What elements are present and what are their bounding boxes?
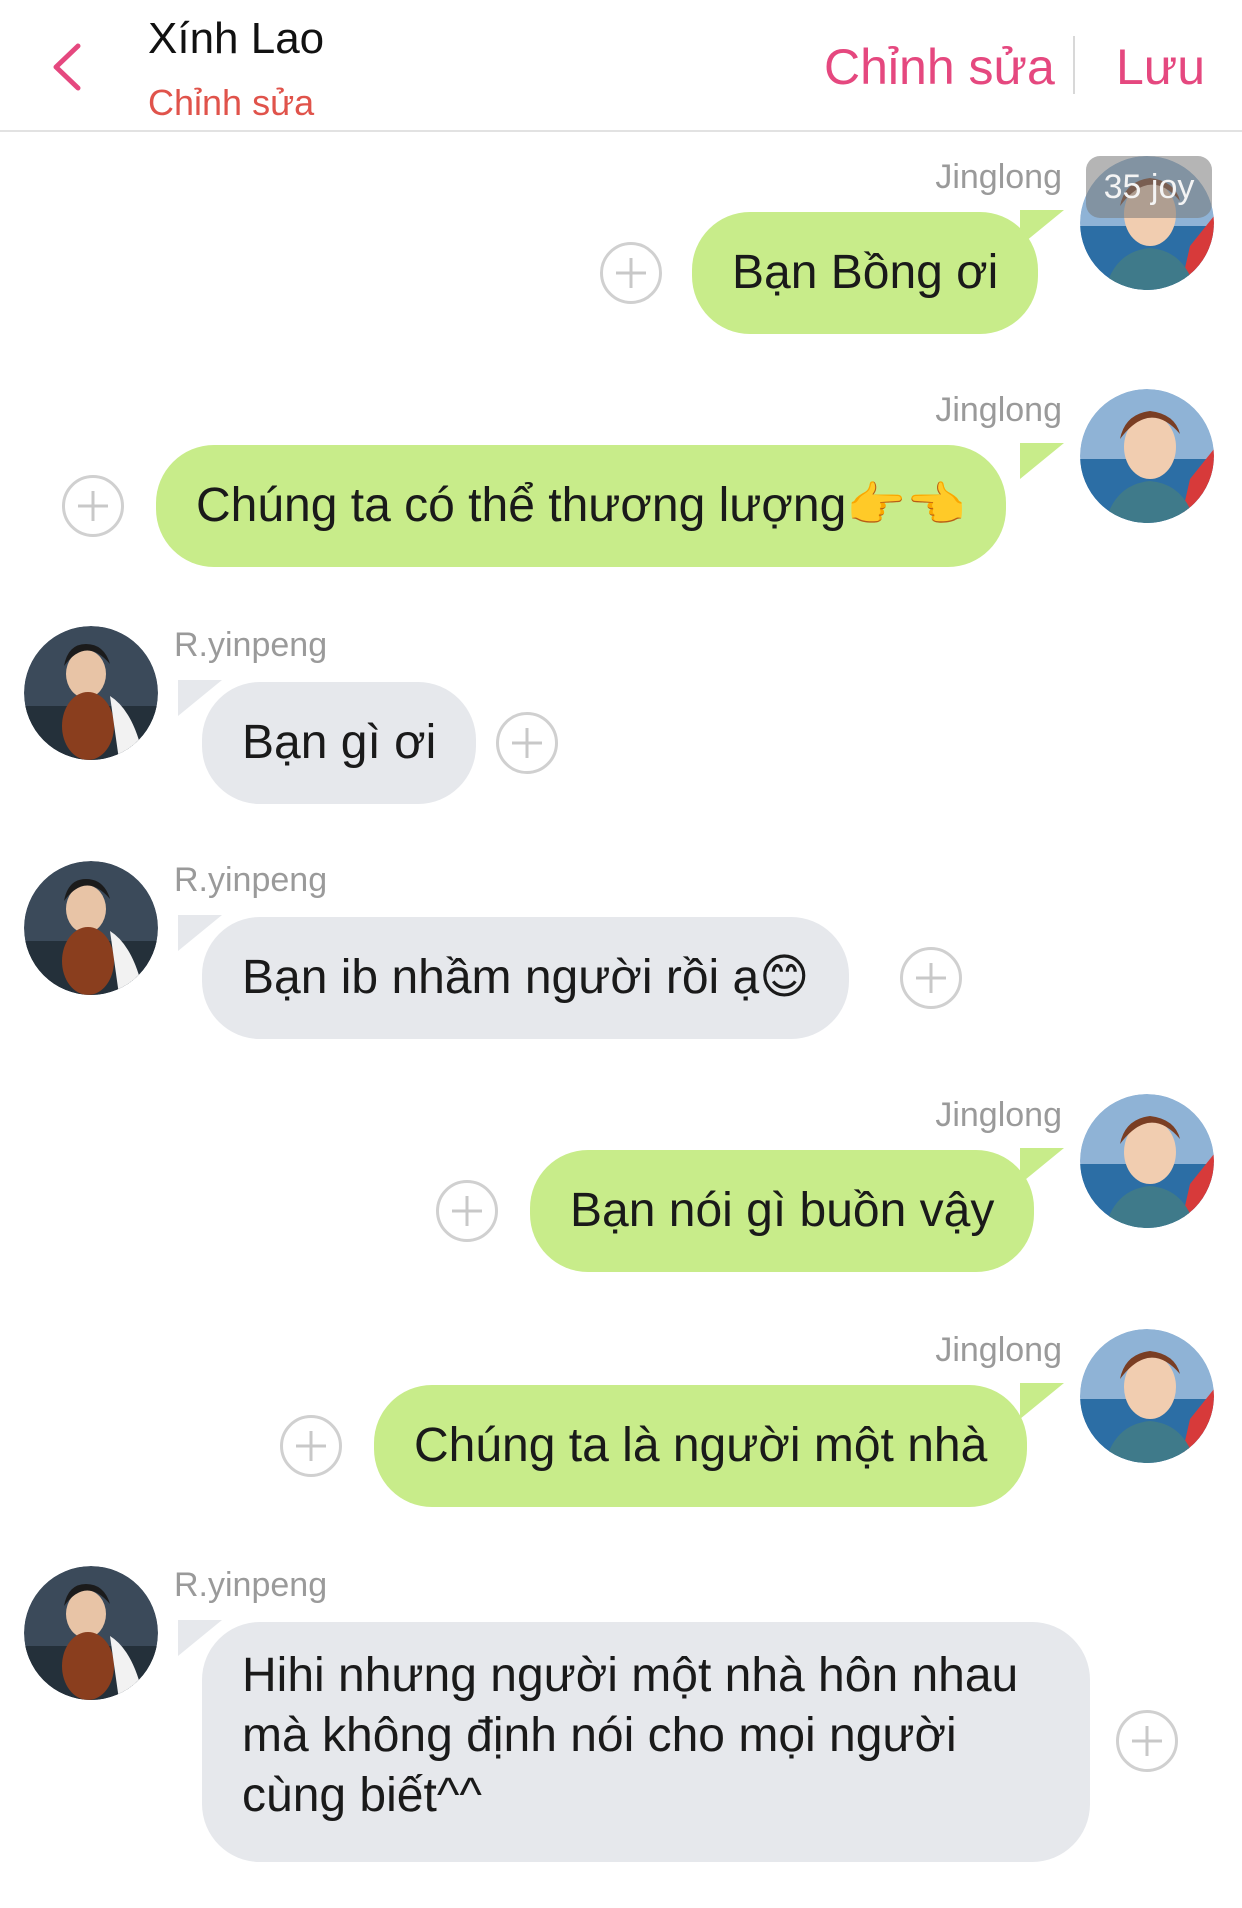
message-line: Hihi nhưng người một nhà hôn nhau [242,1649,1019,1702]
save-button[interactable]: Lưu [1116,38,1205,96]
joy-badge: 35 joy [1086,156,1212,218]
header-divider [1073,36,1075,94]
message-bubble[interactable]: Chúng ta có thể thương lượng👉👈 [156,445,1006,567]
message-line: mà không định nói cho mọi người [242,1709,957,1762]
message-bubble[interactable]: Bạn Bồng ơi [692,212,1039,334]
add-reaction-plus-icon[interactable] [280,1415,342,1477]
bubble-tail [1020,1148,1064,1184]
avatar-ryinpeng[interactable] [24,1566,158,1700]
sender-name: Jinglong [935,391,1062,429]
bubble-tail [1020,443,1064,479]
bubble-tail [1020,210,1064,246]
back-chevron-icon[interactable] [46,42,90,92]
message-bubble[interactable]: Bạn ib nhầm người rồi ạ😊 [202,917,850,1039]
message-bubble[interactable]: Chúng ta là người một nhà [374,1385,1028,1507]
add-reaction-plus-icon[interactable] [436,1180,498,1242]
message-bubble[interactable]: Bạn gì ơi [202,682,477,804]
avatar-jinglong[interactable] [1080,1094,1214,1228]
sender-name: Jinglong [935,1096,1062,1134]
message-line: cùng biết^^ [242,1769,482,1822]
bubble-tail [1020,1383,1064,1419]
message-bubble[interactable]: Hihi nhưng người một nhà hôn nhau mà khô… [202,1622,1090,1862]
add-reaction-plus-icon[interactable] [62,475,124,537]
sender-name: R.yinpeng [174,626,328,664]
sender-name: Jinglong [935,158,1062,196]
edit-button[interactable]: Chỉnh sửa [824,38,1055,96]
avatar-ryinpeng[interactable] [24,626,158,760]
avatar-jinglong[interactable] [1080,389,1214,523]
sender-name: R.yinpeng [174,1566,328,1604]
sender-name: R.yinpeng [174,861,328,899]
avatar-jinglong[interactable] [1080,1329,1214,1463]
add-reaction-plus-icon[interactable] [900,947,962,1009]
chat-title: Xính Lao [148,14,325,63]
sender-name: Jinglong [935,1331,1062,1369]
chat-header: Xính Lao Chỉnh sửa Chỉnh sửa Lưu [0,0,1242,132]
chat-subtitle: Chỉnh sửa [148,82,315,123]
add-reaction-plus-icon[interactable] [496,712,558,774]
avatar-ryinpeng[interactable] [24,861,158,995]
add-reaction-plus-icon[interactable] [600,242,662,304]
message-bubble[interactable]: Bạn nói gì buồn vậy [530,1150,1035,1272]
add-reaction-plus-icon[interactable] [1116,1710,1178,1772]
